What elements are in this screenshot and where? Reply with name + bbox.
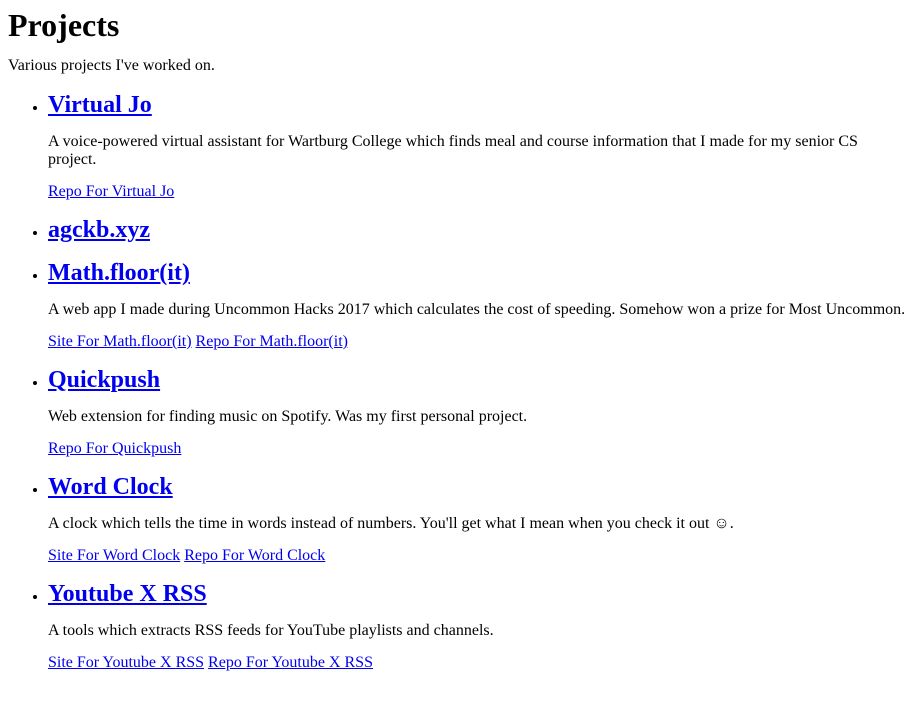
project-item-word-clock: Word Clock A clock which tells the time … — [48, 473, 907, 580]
page-title: Projects — [8, 7, 120, 43]
repo-link-quickpush[interactable]: Repo For Quickpush — [48, 440, 181, 457]
site-link-math-floor[interactable]: Site For Math.floor(it) — [48, 333, 192, 350]
project-item-quickpush: Quickpush Web extension for finding musi… — [48, 366, 907, 473]
project-link-quickpush[interactable]: Quickpush — [48, 367, 160, 393]
project-link-math-floor[interactable]: Math.floor(it) — [48, 260, 190, 286]
project-links: Site For Word Clock Repo For Word Clock — [48, 547, 907, 565]
project-description: A voice-powered virtual assistant for Wa… — [48, 133, 858, 168]
project-item-youtube-x-rss: Youtube X RSS A tools which extracts RSS… — [48, 580, 907, 687]
project-item-math-floor: Math.floor(it) A web app I made during U… — [48, 259, 907, 366]
project-links: Site For Youtube X RSS Repo For Youtube … — [48, 654, 907, 672]
project-item-virtual-jo: Virtual Jo A voice-powered virtual assis… — [48, 91, 907, 216]
site-link-word-clock[interactable]: Site For Word Clock — [48, 547, 180, 564]
project-link-virtual-jo[interactable]: Virtual Jo — [48, 92, 152, 118]
project-description: A clock which tells the time in words in… — [48, 515, 734, 532]
project-title: Word Clock — [48, 473, 907, 501]
project-links: Repo For Virtual Jo — [48, 183, 907, 201]
intro-text: Various projects I've worked on. — [8, 57, 215, 74]
project-list: Virtual Jo A voice-powered virtual assis… — [8, 91, 907, 687]
project-description: A web app I made during Uncommon Hacks 2… — [48, 301, 906, 318]
repo-link-math-floor[interactable]: Repo For Math.floor(it) — [196, 333, 348, 350]
repo-link-virtual-jo[interactable]: Repo For Virtual Jo — [48, 183, 174, 200]
project-links: Site For Math.floor(it) Repo For Math.fl… — [48, 333, 907, 351]
project-title: Youtube X RSS — [48, 580, 907, 608]
project-link-word-clock[interactable]: Word Clock — [48, 474, 173, 500]
project-title: agckb.xyz — [48, 216, 907, 244]
project-links: Repo For Quickpush — [48, 440, 907, 458]
repo-link-word-clock[interactable]: Repo For Word Clock — [184, 547, 325, 564]
project-link-youtube-x-rss[interactable]: Youtube X RSS — [48, 581, 207, 607]
project-title: Quickpush — [48, 366, 907, 394]
site-link-youtube-x-rss[interactable]: Site For Youtube X RSS — [48, 654, 204, 671]
project-description: Web extension for finding music on Spoti… — [48, 408, 528, 425]
project-item-agckb: agckb.xyz — [48, 216, 907, 259]
repo-link-youtube-x-rss[interactable]: Repo For Youtube X RSS — [208, 654, 373, 671]
project-title: Virtual Jo — [48, 91, 907, 119]
project-link-agckb[interactable]: agckb.xyz — [48, 217, 150, 243]
project-description: A tools which extracts RSS feeds for You… — [48, 622, 494, 639]
project-title: Math.floor(it) — [48, 259, 907, 287]
